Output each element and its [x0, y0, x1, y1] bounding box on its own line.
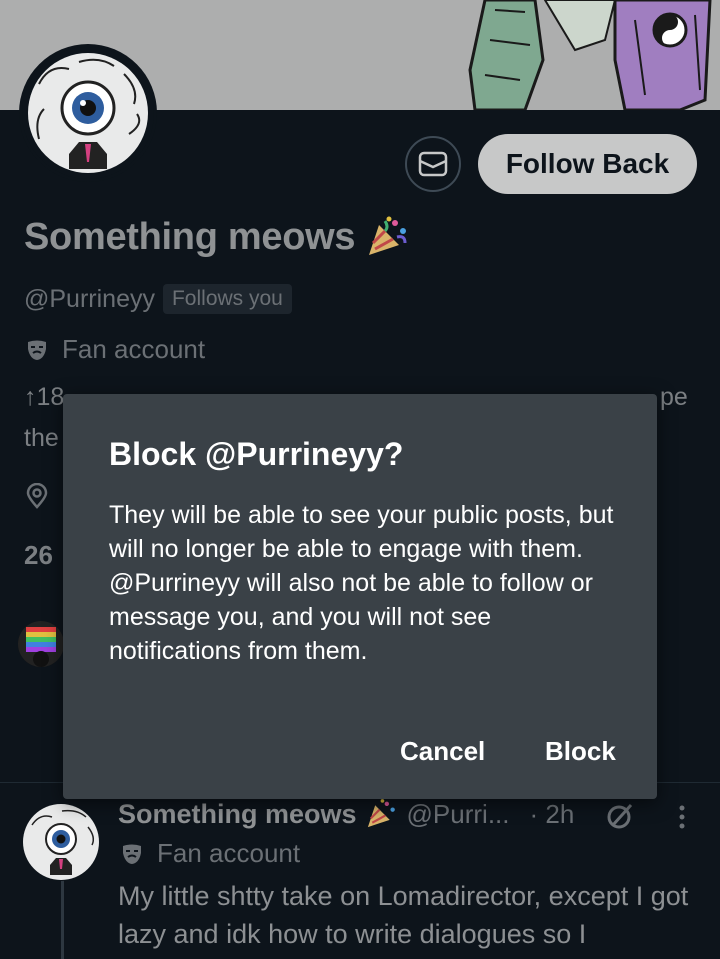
profile-bio-fragment-right: pe [660, 383, 688, 411]
following-count[interactable]: 26 [24, 540, 53, 571]
post-author-avatar[interactable] [22, 803, 100, 881]
thread-line [61, 880, 64, 959]
follow-back-button[interactable]: Follow Back [478, 134, 697, 194]
profile-name-row: Something meows [24, 215, 409, 259]
follows-you-badge: Follows you [162, 284, 292, 314]
cancel-button[interactable]: Cancel [400, 736, 485, 767]
profile-category-label: Fan account [62, 334, 206, 364]
profile-handle-row: @Purrineyy Follows you [24, 284, 292, 314]
profile-bio-fragment: ↑18 [24, 383, 65, 411]
envelope-icon [418, 151, 448, 177]
party-popper-icon [367, 799, 395, 828]
profile-avatar[interactable] [19, 44, 157, 182]
post-author-category: Fan account [121, 838, 300, 869]
party-popper-icon [369, 216, 407, 255]
profile-category: Fan account [26, 334, 205, 365]
post-text[interactable]: My little shtty take on Lomadirector, ex… [118, 877, 698, 953]
profile-bio-fragment-line2: the [24, 424, 59, 452]
block-dialog: Block @Purrineyy? They will be able to s… [63, 394, 657, 799]
followed-by-avatar[interactable] [18, 621, 64, 667]
profile-display-name: Something meows [24, 215, 356, 258]
theater-mask-icon [123, 844, 141, 864]
profile-handle: @Purrineyy [24, 284, 155, 313]
theater-mask-icon [28, 340, 46, 360]
location-pin-icon [26, 483, 48, 509]
post-timestamp: · 2h [529, 798, 575, 829]
post-author-name[interactable]: Something meows [118, 799, 357, 830]
post-category-label: Fan account [157, 838, 301, 868]
banner-artwork [468, 0, 712, 110]
dialog-title: Block @Purrineyy? [109, 436, 404, 472]
more-vertical-icon[interactable] [672, 803, 692, 831]
post-author-handle[interactable]: @Purri... [407, 799, 510, 830]
grok-icon[interactable] [605, 801, 635, 831]
block-button[interactable]: Block [545, 736, 616, 767]
message-button[interactable] [405, 136, 461, 192]
post-header: Something meows @Purri... · 2h [118, 798, 574, 830]
dialog-message: They will be able to see your public pos… [109, 501, 614, 665]
